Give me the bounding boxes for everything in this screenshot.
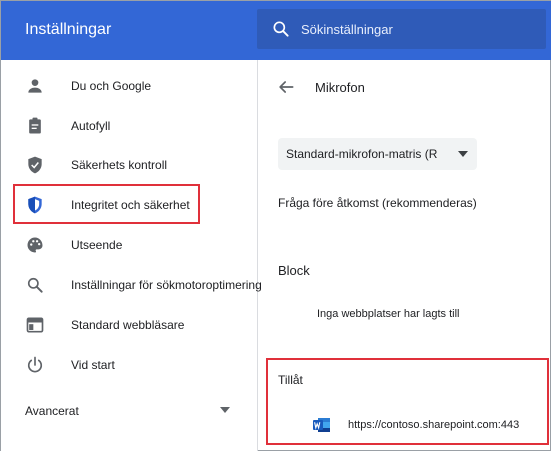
sidebar-item-default-browser[interactable]: Standard webbläsare bbox=[1, 307, 258, 343]
app-header: Inställningar bbox=[1, 1, 551, 60]
dropdown-arrow-icon bbox=[458, 151, 468, 157]
app-title: Inställningar bbox=[25, 21, 112, 38]
chevron-down-icon bbox=[220, 407, 230, 413]
search-icon bbox=[273, 21, 289, 37]
sidebar-item-appearance[interactable]: Utseende bbox=[1, 227, 258, 263]
advanced-label: Avancerat bbox=[25, 404, 79, 418]
power-icon bbox=[27, 356, 43, 373]
sidebar-item-label: Säkerhets kontroll bbox=[71, 158, 168, 172]
sidebar-item-label: Autofyll bbox=[71, 119, 111, 133]
person-icon bbox=[28, 79, 42, 93]
microphone-select-value: Standard-mikrofon-matris (R bbox=[286, 147, 438, 161]
shield-check-icon bbox=[28, 156, 42, 174]
sidebar-item-label: Standard webbläsare bbox=[71, 318, 185, 332]
sidebar-item-you-and-google[interactable]: Du och Google bbox=[1, 68, 258, 104]
sidebar-item-label: Utseende bbox=[71, 238, 123, 252]
ask-before-access-label: Fråga före åtkomst (rekommenderas) bbox=[278, 196, 477, 210]
sidebar-item-safety-check[interactable]: Säkerhets kontroll bbox=[1, 147, 258, 183]
sidebar-item-label: Inställningar för sökmotoroptimering bbox=[71, 278, 262, 292]
advanced-toggle[interactable]: Avancerat bbox=[1, 393, 258, 429]
sidebar-item-search-engine[interactable]: Inställningar för sökmotoroptimering bbox=[1, 267, 262, 303]
search-icon bbox=[27, 277, 43, 293]
clipboard-icon bbox=[29, 117, 41, 134]
highlight-box-allow bbox=[266, 358, 549, 445]
palette-icon bbox=[27, 237, 43, 253]
microphone-select[interactable]: Standard-mikrofon-matris (R bbox=[278, 138, 477, 170]
back-arrow-icon[interactable] bbox=[276, 77, 296, 97]
sidebar-item-autofill[interactable]: Autofyll bbox=[1, 108, 258, 144]
search-box[interactable] bbox=[257, 9, 546, 49]
browser-icon bbox=[26, 317, 44, 333]
sidebar-item-label: Du och Google bbox=[71, 79, 152, 93]
block-heading: Block bbox=[278, 263, 310, 278]
search-input[interactable] bbox=[301, 9, 541, 49]
page-title: Mikrofon bbox=[315, 80, 365, 95]
block-empty-text: Inga webbplatser har lagts till bbox=[317, 308, 460, 320]
sidebar-item-on-startup[interactable]: Vid start bbox=[1, 347, 258, 383]
highlight-box-privacy bbox=[13, 184, 200, 224]
sidebar-item-label: Vid start bbox=[71, 358, 115, 372]
